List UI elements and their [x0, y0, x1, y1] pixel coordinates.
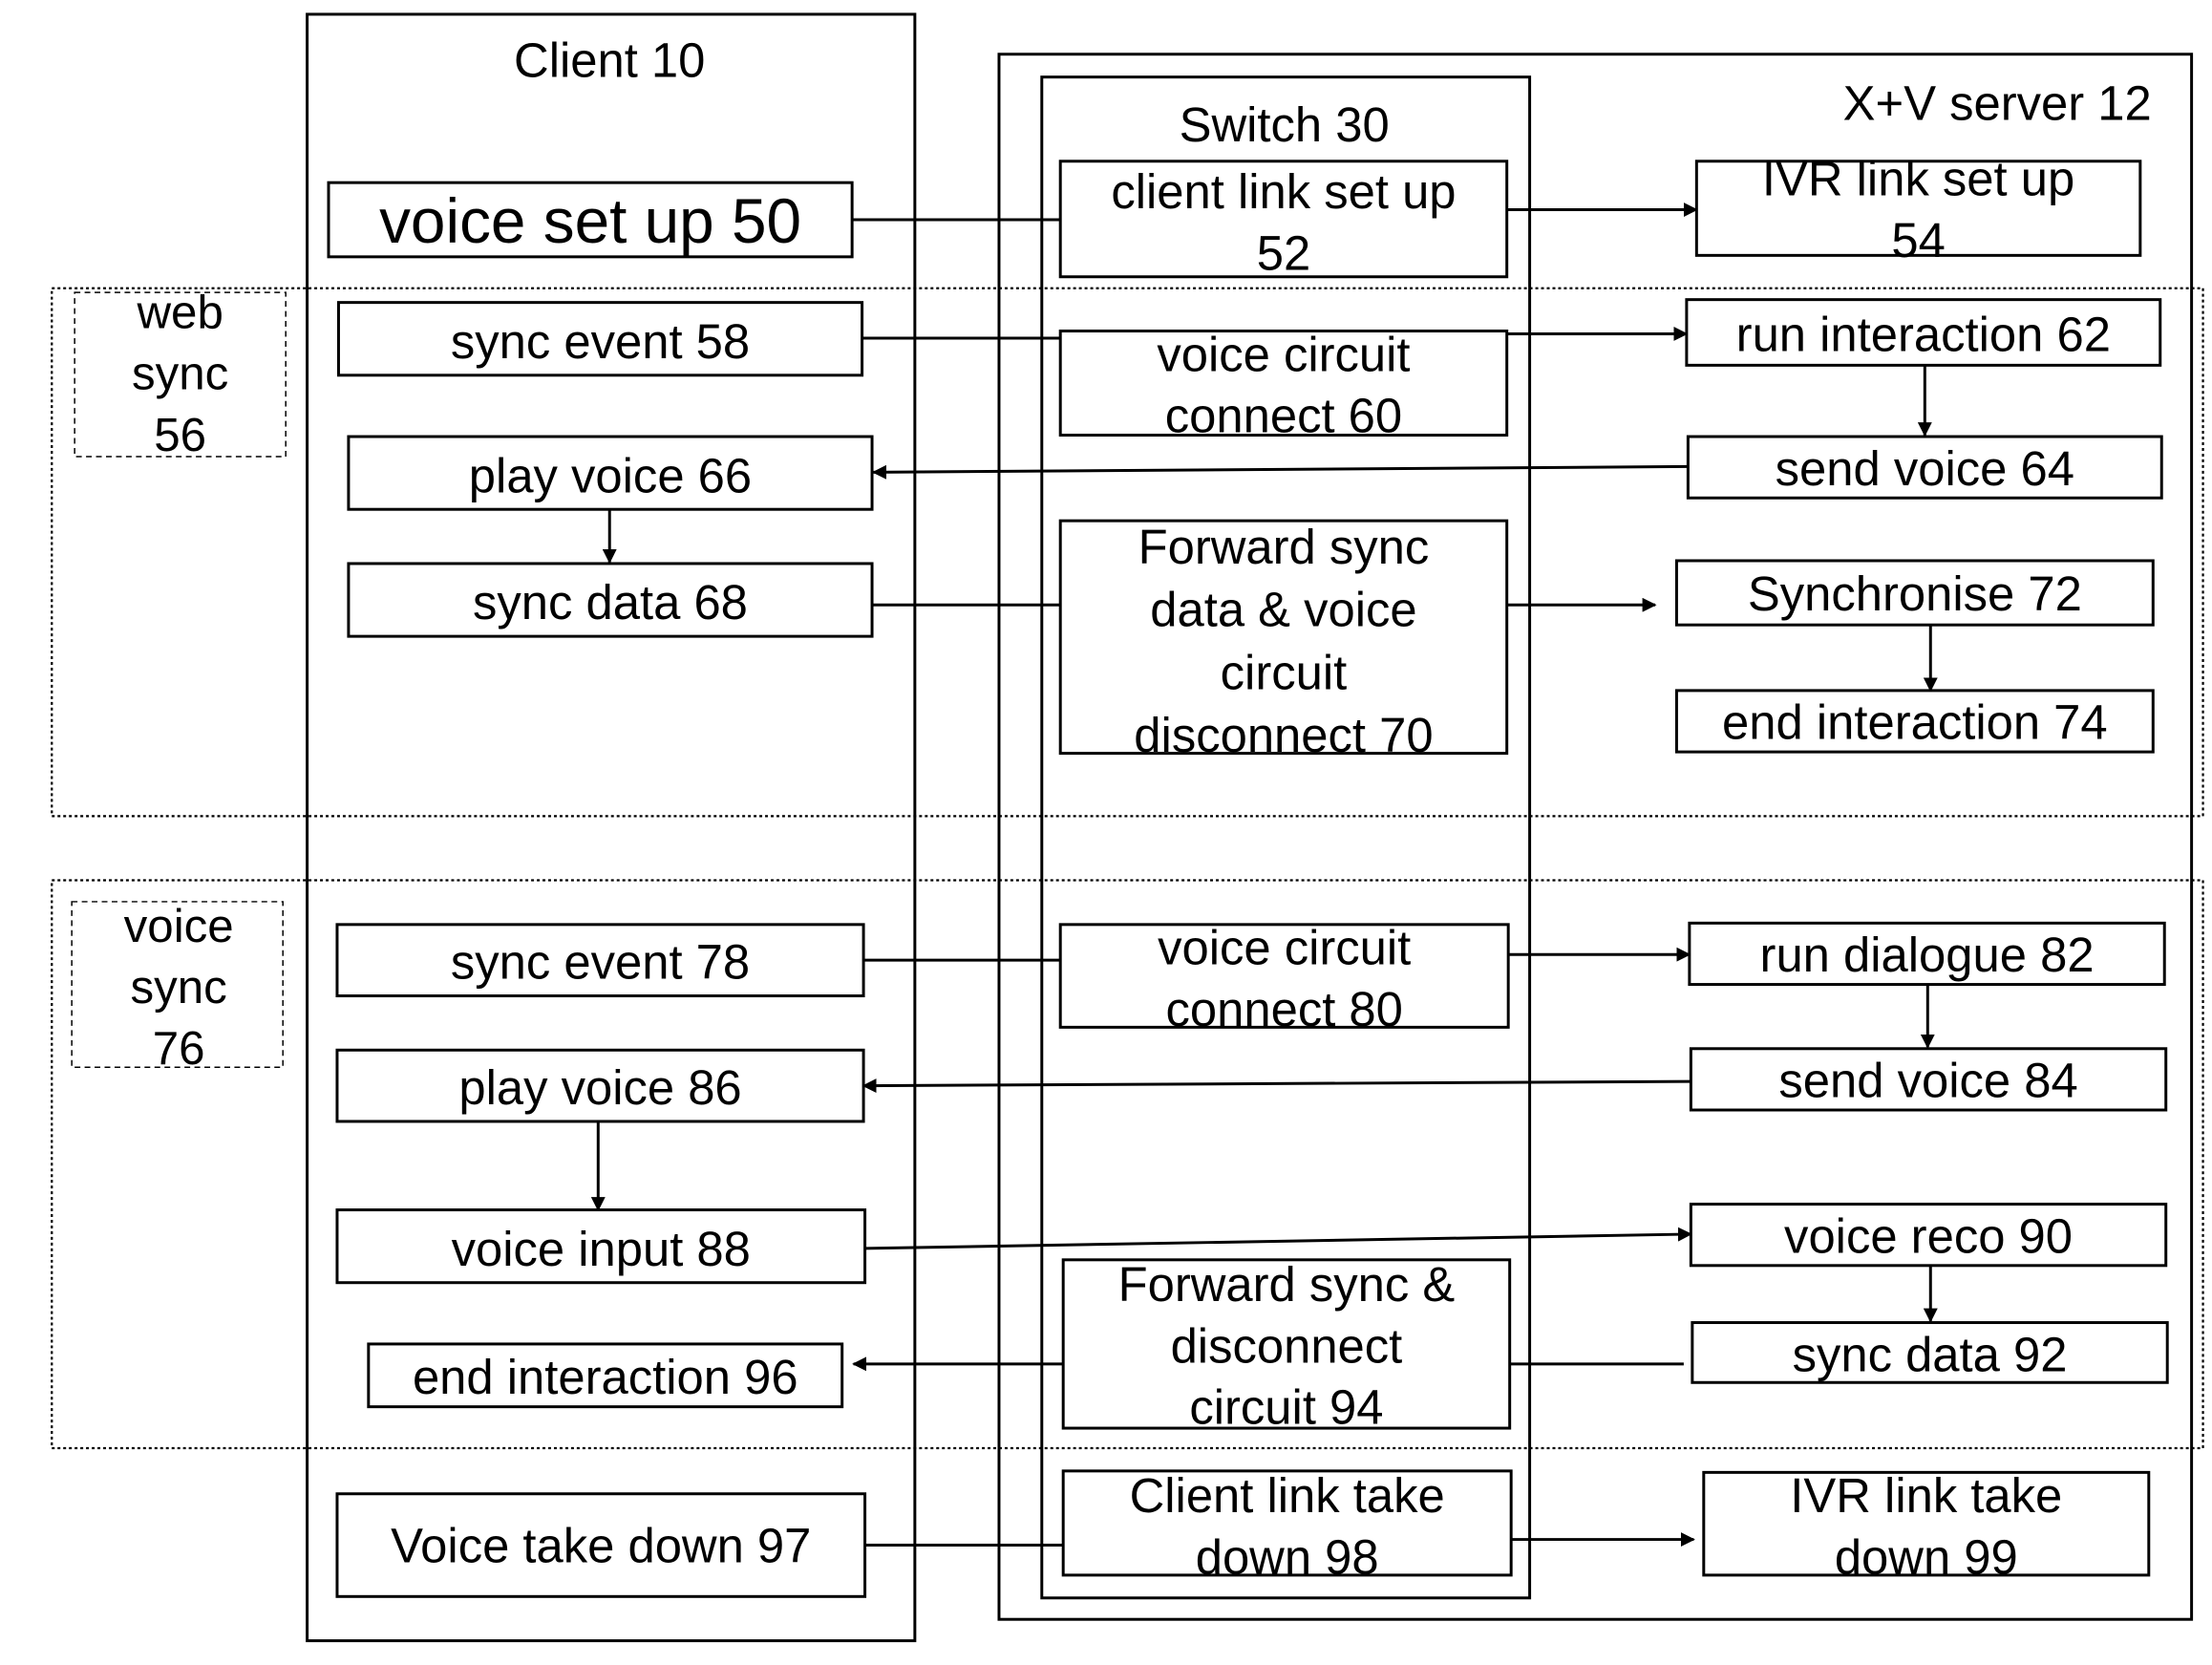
node-label-line: send voice 84 [1778, 1054, 2077, 1108]
node-forward-sync-disconnect-70[interactable]: Forward sync data & voice circuit disconnec… [1058, 519, 1509, 762]
node-sync-data-92[interactable]: sync data 92 [1691, 1321, 2169, 1384]
node-label-line: voice circuit [1157, 327, 1410, 381]
node-voice-input-88[interactable]: voice input 88 [335, 1208, 867, 1285]
node-label-line: Forward sync & [1118, 1257, 1456, 1312]
node-send-voice-64[interactable]: send voice 64 [1686, 435, 2163, 500]
arrow-64-66 [872, 464, 1689, 480]
node-label-line: connect 80 [1166, 982, 1403, 1036]
node-run-dialogue-82[interactable]: run dialogue 82 [1688, 921, 2166, 987]
node-sync-event-58[interactable]: sync event 58 [336, 301, 864, 377]
node-label-line: voice set up 50 [379, 186, 801, 256]
node-play-voice-66[interactable]: play voice 66 [347, 435, 874, 511]
node-play-voice-86[interactable]: play voice 86 [335, 1048, 865, 1123]
node-label-line: play voice 86 [458, 1060, 741, 1115]
node-label-line: Synchronise 72 [1748, 566, 2082, 621]
node-label-line: connect 60 [1165, 389, 1402, 443]
node-voice-set-up-50[interactable]: voice set up 50 [327, 181, 854, 259]
node-label-line: sync [132, 348, 228, 400]
node-label-line: disconnect 70 [1134, 708, 1433, 762]
arrow-88-90 [864, 1227, 1692, 1250]
node-ivr-link-take-down-99[interactable]: IVR link take down 99 [1702, 1468, 2151, 1584]
node-label-line: 52 [1257, 225, 1310, 280]
node-label-line: end interaction 74 [1722, 695, 2108, 750]
node-client-link-set-up-52[interactable]: client link set up 52 [1058, 160, 1509, 281]
node-label-line: sync data 68 [473, 575, 748, 630]
node-client-link-take-down-98[interactable]: Client link take down 98 [1061, 1468, 1513, 1584]
node-label-line: Client link take [1130, 1468, 1445, 1523]
node-sync-data-68[interactable]: sync data 68 [347, 562, 874, 638]
node-label-line: sync event 58 [451, 314, 750, 369]
node-label-line: end interaction 96 [413, 1350, 798, 1404]
node-voice-circuit-connect-80[interactable]: voice circuit connect 80 [1058, 921, 1510, 1036]
node-end-interaction-74[interactable]: end interaction 74 [1674, 689, 2155, 754]
node-label-line: 56 [154, 409, 206, 461]
node-label-line: circuit 94 [1189, 1380, 1383, 1435]
node-label-line: run interaction 62 [1736, 307, 2111, 361]
voice-sync-label: voice sync 76 [124, 900, 234, 1075]
sequence-diagram: Client 10 Switch 30 X+V server 12 web syn… [51, 12, 2204, 1643]
node-label-line: data & voice [1150, 583, 1416, 637]
node-voice-circuit-connect-60[interactable]: voice circuit connect 60 [1058, 327, 1509, 443]
node-send-voice-84[interactable]: send voice 84 [1689, 1047, 2168, 1112]
node-label-line: voice circuit [1158, 921, 1411, 975]
node-label-line: web [136, 287, 223, 339]
node-label-line: Forward sync [1138, 520, 1430, 574]
node-label-line: sync [131, 961, 227, 1014]
node-label-line: down 99 [1835, 1529, 2018, 1584]
arrow-84-86 [861, 1078, 1691, 1094]
node-run-interaction-62[interactable]: run interaction 62 [1685, 298, 2162, 367]
node-label-line: disconnect [1171, 1318, 1403, 1373]
node-label-line: voice input 88 [452, 1222, 751, 1276]
node-label-line: Voice take down 97 [391, 1518, 811, 1572]
node-label-line: voice [124, 900, 234, 952]
web-sync-label: web sync 56 [132, 287, 228, 461]
node-label-line: IVR link set up [1762, 152, 2074, 206]
node-label-line: IVR link take [1790, 1468, 2062, 1523]
node-label-line: play voice 66 [469, 448, 752, 502]
node-synchronise-72[interactable]: Synchronise 72 [1674, 559, 2155, 627]
node-label-line: 76 [153, 1022, 205, 1075]
node-label-line: client link set up [1111, 164, 1456, 219]
node-label-line: send voice 64 [1776, 441, 2074, 496]
node-label-line: sync data 92 [1793, 1327, 2068, 1381]
node-label-line: run dialogue 82 [1760, 928, 2095, 982]
node-label-line: sync event 78 [451, 935, 750, 990]
node-label-line: down 98 [1196, 1529, 1379, 1584]
client-lane-title: Client 10 [514, 33, 705, 88]
node-voice-reco-90[interactable]: voice reco 90 [1689, 1203, 2168, 1268]
node-forward-sync-disconnect-94[interactable]: Forward sync & disconnect circuit 94 [1061, 1257, 1512, 1435]
node-voice-take-down-97[interactable]: Voice take down 97 [335, 1492, 867, 1598]
node-label-line: voice reco 90 [1784, 1208, 2073, 1263]
node-ivr-link-set-up-54[interactable]: IVR link set up 54 [1694, 152, 2142, 267]
node-label-line: 54 [1891, 213, 1945, 267]
server-lane-title: X+V server 12 [1843, 75, 2152, 130]
node-label-line: circuit [1221, 645, 1348, 699]
node-sync-event-78[interactable]: sync event 78 [335, 923, 865, 998]
node-end-interaction-96[interactable]: end interaction 96 [367, 1342, 844, 1409]
switch-lane-title: Switch 30 [1180, 97, 1390, 152]
